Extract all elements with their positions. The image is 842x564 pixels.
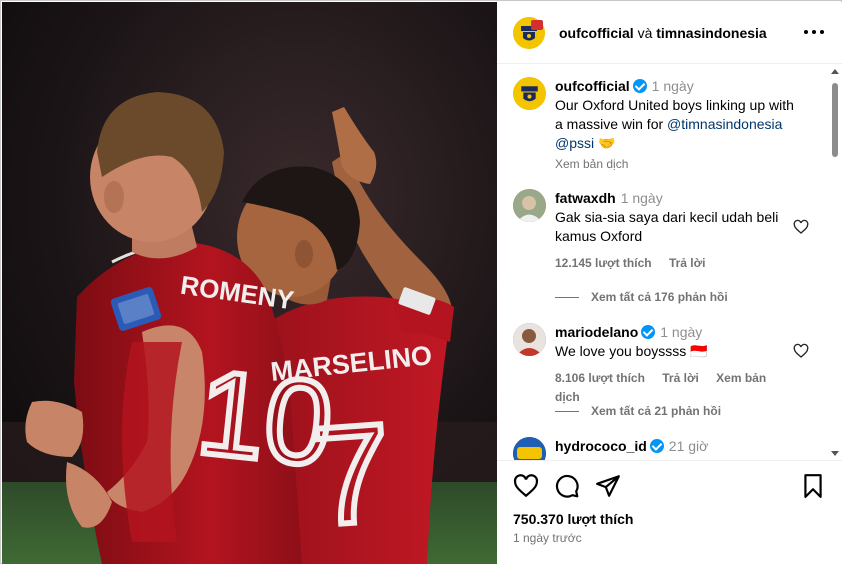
save-bookmark-icon[interactable] xyxy=(800,473,826,499)
share-send-icon[interactable] xyxy=(595,473,621,499)
post-like-count[interactable]: 750.370 lượt thích xyxy=(513,511,633,527)
post-actions: 750.370 lượt thích 1 ngày trước xyxy=(497,460,842,564)
user-photo-icon xyxy=(513,189,546,222)
right-jersey-number: 7 xyxy=(307,393,396,555)
scroll-down-icon[interactable] xyxy=(831,451,839,456)
oxford-logo-icon xyxy=(513,77,546,110)
user-photo-icon xyxy=(513,323,546,356)
post-timestamp[interactable]: 1 ngày trước xyxy=(513,531,582,545)
post-photo[interactable]: ROMENY 10 MARSELINO 7 xyxy=(2,2,497,564)
comment-avatar[interactable] xyxy=(513,189,546,222)
scroll-up-icon[interactable] xyxy=(831,69,839,74)
post-header: oufcofficial và timnasindonesia xyxy=(497,2,842,64)
comment-like-heart-icon[interactable] xyxy=(793,343,809,359)
comment-meta: 8.106 lượt thích Trả lời Xem bản dịch xyxy=(555,369,805,407)
replies-line xyxy=(555,296,579,298)
mention-timnas[interactable]: @timnasindonesia xyxy=(667,116,782,132)
comment-username[interactable]: fatwaxdh xyxy=(555,190,616,206)
feed-scrollbar[interactable] xyxy=(830,65,840,460)
caption-avatar[interactable] xyxy=(513,77,546,110)
post-window: ROMENY 10 MARSELINO 7 oufcofficial và ti… xyxy=(0,0,842,564)
view-replies-label[interactable]: Xem tất cả 21 phản hồi xyxy=(591,404,721,418)
caption-body: oufcofficial 1 ngày Our Oxford United boy… xyxy=(555,77,805,174)
comment-body: hydrococo_id 21 giờ xyxy=(555,437,805,456)
comment-body: mariodelano 1 ngày We love you boyssss 🇮🇩… xyxy=(555,323,805,407)
post-header-names: oufcofficial và timnasindonesia xyxy=(559,25,767,41)
replies-line xyxy=(555,410,579,412)
verified-badge-icon xyxy=(641,325,656,339)
comment-time[interactable]: 21 giờ xyxy=(669,438,709,454)
comment-meta: 12.145 lượt thích Trả lời xyxy=(555,254,805,273)
view-replies-button[interactable]: Xem tất cả 21 phản hồi xyxy=(555,404,721,418)
comment-time[interactable]: 1 ngày xyxy=(660,324,702,340)
comment-likes[interactable]: 8.106 lượt thích xyxy=(555,371,645,385)
caption-username[interactable]: oufcofficial xyxy=(555,78,630,94)
header-author-link[interactable]: oufcofficial xyxy=(559,25,634,41)
verified-badge-icon xyxy=(649,439,664,453)
hydrococo-logo-icon xyxy=(513,437,546,460)
comment-likes[interactable]: 12.145 lượt thích xyxy=(555,256,652,270)
comment-reply-button[interactable]: Trả lời xyxy=(669,256,706,270)
header-collaborator-link[interactable]: timnasindonesia xyxy=(656,25,766,41)
comment-like-heart-icon[interactable] xyxy=(793,219,809,235)
caption-emoji: 🤝 xyxy=(598,135,616,151)
mention-pssi[interactable]: @pssi xyxy=(555,135,594,151)
comment-avatar[interactable] xyxy=(513,437,546,460)
comment-text: Gak sia-sia saya dari kecil udah beli ka… xyxy=(555,209,779,244)
comment-username[interactable]: hydrococo_id xyxy=(555,438,647,454)
post-side-panel: oufcofficial và timnasindonesia oufcoffi… xyxy=(497,2,842,564)
caption-time[interactable]: 1 ngày xyxy=(652,78,694,94)
like-heart-icon[interactable] xyxy=(513,473,539,499)
comment-username[interactable]: mariodelano xyxy=(555,324,638,340)
comment-reply-button[interactable]: Trả lời xyxy=(662,371,699,385)
more-options-icon[interactable] xyxy=(804,24,824,40)
comment-time[interactable]: 1 ngày xyxy=(621,190,663,206)
verified-badge-icon xyxy=(632,79,647,93)
comment-text: We love you boyssss 🇮🇩 xyxy=(555,343,708,359)
view-replies-label[interactable]: Xem tất cả 176 phản hồi xyxy=(591,290,728,304)
comment-bubble-icon[interactable] xyxy=(554,473,580,499)
view-replies-button[interactable]: Xem tất cả 176 phản hồi xyxy=(555,290,728,304)
comment-body: fatwaxdh 1 ngày Gak sia-sia saya dari kec… xyxy=(555,189,805,273)
comment-avatar[interactable] xyxy=(513,323,546,356)
caption-translate-link[interactable]: Xem bản dịch xyxy=(555,155,805,174)
header-joiner: và xyxy=(637,24,653,41)
scrollbar-thumb[interactable] xyxy=(832,83,838,157)
comments-feed[interactable]: oufcofficial 1 ngày Our Oxford United boy… xyxy=(497,65,842,460)
collab-avatar[interactable] xyxy=(531,20,543,30)
